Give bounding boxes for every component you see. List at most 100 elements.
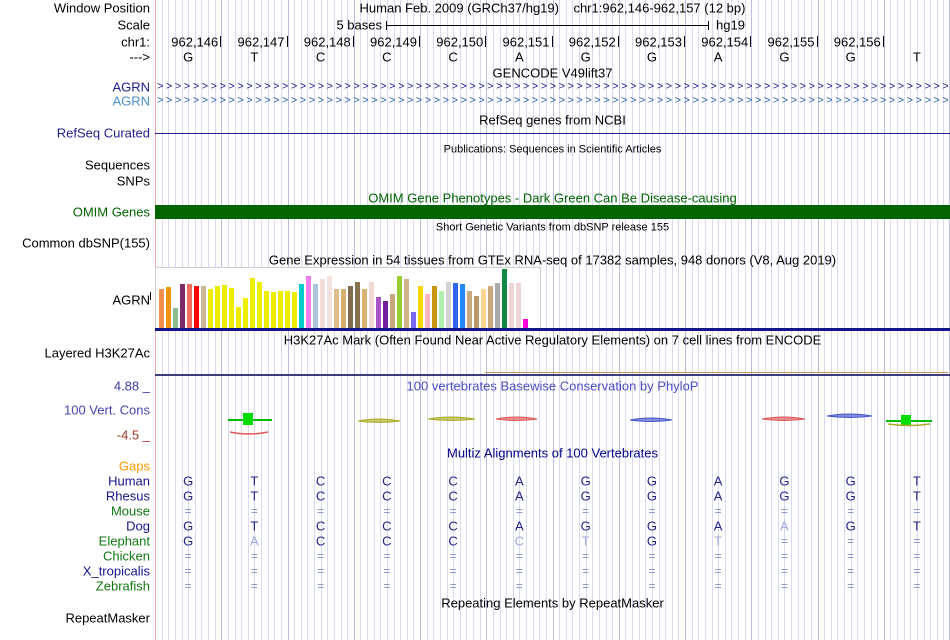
- species-label-mouse: Mouse: [110, 503, 150, 519]
- position-range: chr1:962,146-962,157 (12 bp): [573, 0, 746, 16]
- gtex-barchart[interactable]: [155, 267, 541, 329]
- alignment-base: =: [449, 504, 457, 518]
- omim-track-title: OMIM Gene Phenotypes - Dark Green Can Be…: [368, 190, 737, 206]
- gtex-tissue-bar: [439, 291, 444, 329]
- alignment-base: =: [714, 504, 722, 518]
- coordinate-label: 962,154: [701, 34, 749, 50]
- conservation-track-label[interactable]: 100 Vert. Cons: [0, 404, 150, 417]
- alignment-base: =: [780, 504, 788, 518]
- refseq-gene-line[interactable]: [155, 133, 950, 134]
- gene-strand-arrows-2[interactable]: >>>>>>>>>>>>>>>>>>>>>>>>>>>>>>>>>>>>>>>>…: [157, 96, 948, 107]
- gtex-tissue-bar: [446, 282, 451, 329]
- omim-genes-label[interactable]: OMIM Genes: [0, 206, 150, 219]
- species-label-x_tropicalis: X_tropicalis: [82, 563, 150, 579]
- gtex-tissue-bar: [201, 286, 206, 329]
- alignment-base: G: [183, 533, 194, 549]
- species-label-zebrafish: Zebrafish: [95, 578, 150, 594]
- gtex-tissue-bar: [481, 289, 486, 329]
- gtex-tissue-bar: [278, 291, 283, 329]
- alignment-base: G: [646, 488, 657, 504]
- dbsnp-track-label[interactable]: Common dbSNP(155): [0, 237, 150, 250]
- snps-track-label[interactable]: SNPs: [0, 175, 150, 188]
- refseq-track-title: RefSeq genes from NCBI: [479, 112, 626, 128]
- gtex-tissue-bar: [299, 284, 304, 329]
- alignment-base: =: [250, 579, 258, 593]
- h3k27ac-signal-orange: [485, 372, 948, 373]
- gtex-gene-label[interactable]: AGRN: [0, 294, 150, 307]
- conservation-mark-arc: [229, 431, 269, 435]
- gtex-tissue-bar: [243, 298, 248, 329]
- alignment-base: =: [582, 504, 590, 518]
- gtex-axis-tick: [150, 292, 151, 300]
- coordinate-label: 962,156: [833, 34, 881, 50]
- conservation-mark-lens: [427, 416, 476, 421]
- gtex-tissue-bar: [327, 276, 332, 329]
- coordinate-tick: [286, 36, 288, 47]
- gene-strand-arrows-1[interactable]: >>>>>>>>>>>>>>>>>>>>>>>>>>>>>>>>>>>>>>>>…: [157, 82, 948, 93]
- omim-gene-bar[interactable]: [155, 205, 950, 219]
- scale-value: 5 bases: [336, 17, 382, 33]
- species-label-elephant: Elephant: [98, 533, 150, 549]
- alignment-base: =: [515, 504, 523, 518]
- alignment-base: T: [912, 473, 921, 489]
- reference-base: T: [250, 49, 259, 65]
- gtex-tissue-bar: [453, 283, 458, 329]
- gtex-tissue-bar: [474, 296, 479, 329]
- refseq-curated-label[interactable]: RefSeq Curated: [0, 127, 150, 140]
- alignment-base: =: [648, 504, 656, 518]
- gtex-tissue-bar: [215, 286, 220, 329]
- dbsnp-track-title: Short Genetic Variants from dbSNP releas…: [435, 221, 670, 234]
- reference-base: C: [382, 49, 392, 65]
- alignment-base: G: [646, 533, 657, 549]
- h3k27ac-track-label[interactable]: Layered H3K27Ac: [0, 347, 150, 360]
- reference-base: G: [845, 49, 856, 65]
- alignment-base: T: [912, 518, 921, 534]
- gtex-tissue-bar: [362, 289, 367, 329]
- alignment-base: =: [317, 579, 325, 593]
- alignment-base: =: [515, 564, 523, 578]
- gtex-tissue-bar: [432, 286, 437, 329]
- alignment-base: A: [713, 473, 723, 489]
- gene-label-agrn-2[interactable]: AGRN: [0, 95, 150, 108]
- alignment-base: =: [714, 549, 722, 563]
- gtex-tissue-bar: [348, 286, 353, 329]
- coordinate-tick: [220, 36, 222, 47]
- alignment-base: =: [184, 504, 192, 518]
- coordinate-tick: [617, 36, 619, 47]
- alignment-base: C: [315, 533, 326, 549]
- alignment-base: G: [845, 518, 856, 534]
- coordinate-label: 962,155: [767, 34, 815, 50]
- alignment-base: C: [448, 488, 458, 504]
- coordinate-label: 962,148: [303, 34, 351, 50]
- coordinate-label: 962,152: [568, 34, 616, 50]
- alignment-base: C: [382, 488, 392, 504]
- alignment-base: =: [383, 564, 391, 578]
- alignment-base: G: [183, 518, 194, 534]
- reference-base: G: [779, 49, 790, 65]
- gtex-tissue-bar: [187, 284, 192, 329]
- gtex-tissue-bar: [236, 307, 241, 329]
- gene-label-agrn-1[interactable]: AGRN: [0, 81, 150, 94]
- alignment-base: =: [847, 564, 855, 578]
- repeatmasker-track-label[interactable]: RepeatMasker: [0, 612, 150, 625]
- gtex-tissue-bar: [383, 301, 388, 329]
- gtex-tissue-bar: [495, 283, 500, 329]
- alignment-base: G: [580, 473, 591, 489]
- alignment-base: T: [912, 488, 921, 504]
- alignment-base: =: [847, 504, 855, 518]
- gtex-tissue-bar: [166, 287, 171, 329]
- conservation-track-title: 100 vertebrates Basewise Conservation by…: [406, 378, 699, 394]
- alignment-base: T: [581, 533, 590, 549]
- alignment-base: G: [580, 488, 591, 504]
- alignment-base: =: [780, 564, 788, 578]
- gtex-tissue-bar: [397, 276, 402, 329]
- gtex-tissue-bar: [341, 289, 346, 329]
- alignment-base: C: [382, 518, 392, 534]
- h3k27ac-signal-indigo: [155, 374, 950, 376]
- window-position-label: Window Position: [53, 0, 150, 16]
- gtex-tissue-bar: [418, 286, 423, 329]
- sequences-track-label[interactable]: Sequences: [0, 159, 150, 172]
- alignment-base: C: [448, 533, 458, 549]
- alignment-base: G: [183, 488, 194, 504]
- alignment-base: =: [449, 549, 457, 563]
